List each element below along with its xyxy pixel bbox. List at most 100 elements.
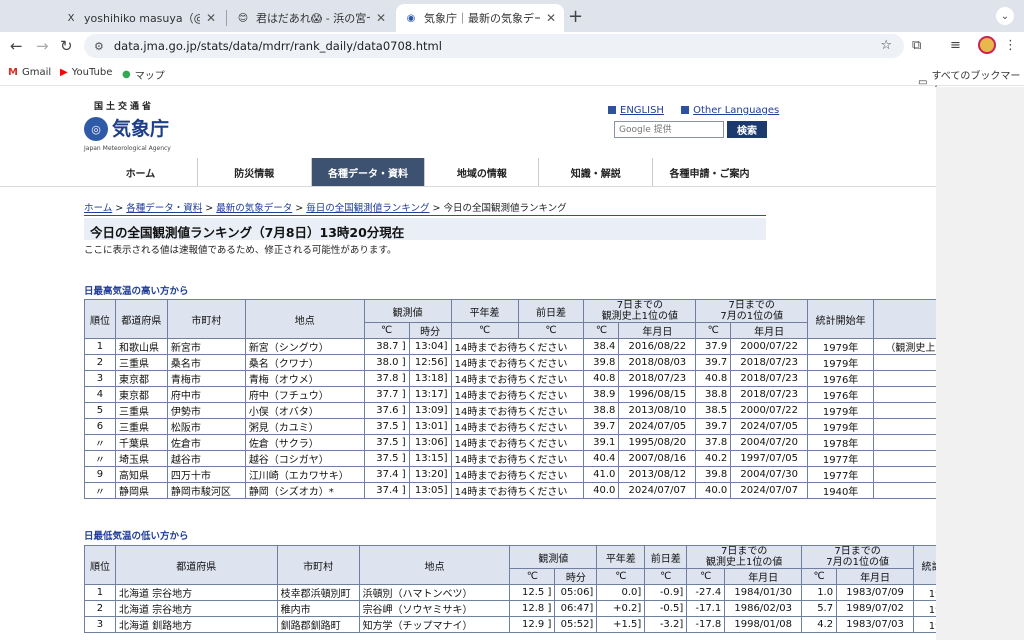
col-record-all: 7日までの 観測史上1位の値 bbox=[583, 299, 697, 323]
breadcrumb-data[interactable]: 各種データ・資料 bbox=[126, 203, 202, 214]
arrow-square-icon bbox=[681, 106, 690, 114]
cell-normal-diff: 14時までお待ちください bbox=[450, 450, 585, 467]
nav-applications[interactable]: 各種申請・ご案内 bbox=[653, 158, 766, 186]
cell-remarks bbox=[873, 386, 936, 403]
cell-record-all-date: 2024/07/07 bbox=[618, 482, 697, 499]
cell-start-year: 1978年 bbox=[807, 434, 875, 451]
cell-city: 伊勢市 bbox=[166, 402, 246, 419]
unit-c: ℃ bbox=[517, 322, 585, 339]
section-heading-low: 日最低気温の低い方から bbox=[84, 531, 189, 542]
cell-rank: 4 bbox=[84, 386, 116, 403]
cell-start-year: 1978年 bbox=[913, 600, 936, 617]
cell-rank: 1 bbox=[84, 584, 116, 601]
nav-data[interactable]: 各種データ・資料 bbox=[311, 158, 426, 186]
cell-remarks: （観測史上1位の値を更新） bbox=[873, 338, 936, 355]
page-scrollbar[interactable] bbox=[936, 87, 1024, 640]
cell-time: 13:15] bbox=[408, 450, 452, 467]
back-icon[interactable]: ← bbox=[10, 37, 23, 55]
cell-record-all-date: 2016/08/22 bbox=[618, 338, 697, 355]
cell-record-july-date: 2004/07/20 bbox=[730, 434, 809, 451]
breadcrumb-latest[interactable]: 最新の気象データ bbox=[216, 203, 292, 214]
youtube-icon: ▶ bbox=[60, 67, 68, 78]
cell-pref: 埼玉県 bbox=[114, 450, 168, 467]
cell-time: 13:17] bbox=[408, 386, 452, 403]
cell-record-all-date: 2007/08/16 bbox=[618, 450, 697, 467]
extensions-icon[interactable]: ⧉ bbox=[912, 38, 921, 53]
bookmark-star-icon[interactable]: ☆ bbox=[880, 38, 892, 53]
col-pref: 都道府県 bbox=[114, 545, 278, 585]
nav-knowledge[interactable]: 知識・解説 bbox=[539, 158, 654, 186]
cell-value: 37.5 ] bbox=[363, 450, 410, 467]
cell-remarks bbox=[873, 434, 936, 451]
cell-value: 37.4 ] bbox=[363, 482, 410, 499]
nav-home[interactable]: ホーム bbox=[84, 158, 198, 186]
nav-regional[interactable]: 地域の情報 bbox=[425, 158, 540, 186]
bookmark-maps[interactable]: ● マップ bbox=[122, 67, 165, 82]
cell-record-july-date: 2024/07/05 bbox=[730, 418, 809, 435]
divider bbox=[0, 186, 936, 187]
col-prev-diff: 前日差 bbox=[517, 299, 585, 323]
tab-jma[interactable]: ◉ 気象庁｜最新の気象データ ✕ bbox=[396, 4, 564, 32]
cell-value: 37.4 ] bbox=[363, 466, 410, 483]
cell-pref: 三重県 bbox=[114, 402, 168, 419]
table-row: 2 北海道 宗谷地方 稚内市 宗谷岬（ソウヤミサキ） 12.8 ] 06:47] +0.2]… bbox=[84, 600, 936, 617]
jma-favicon-icon: ◉ bbox=[406, 12, 416, 24]
cell-point: 新宮（シングウ） bbox=[244, 338, 365, 355]
favicon-icon: 😊 bbox=[237, 12, 249, 24]
notice-text: ここに表示される値は速報値であるため、修正される可能性があります。 bbox=[84, 245, 397, 256]
cell-time: 13:09] bbox=[408, 402, 452, 419]
table-row: 9 高知県 四万十市 江川崎（エカワサキ） 37.4 ] 13:20] 14時までお待ちくだ… bbox=[84, 466, 936, 483]
table-row: 〃静岡県 静岡市駿河区 静岡（シズオカ）* 37.4 ] 13:05] 14時までお待ちく… bbox=[84, 482, 936, 499]
cell-record-july-date: 1983/07/03 bbox=[836, 616, 915, 633]
jma-emblem-icon: ◎ bbox=[84, 117, 108, 141]
cell-record-all-date: 2018/07/23 bbox=[618, 370, 697, 387]
cell-rank: 2 bbox=[84, 354, 116, 371]
col-pref: 都道府県 bbox=[114, 299, 168, 339]
site-info-icon[interactable]: ⚙ bbox=[94, 40, 104, 53]
cell-remarks bbox=[873, 354, 936, 371]
cell-value: 37.6 ] bbox=[363, 402, 410, 419]
url-text[interactable]: data.jma.go.jp/stats/data/mdrr/rank_dail… bbox=[114, 39, 442, 53]
cell-value: 12.9 ] bbox=[509, 616, 556, 633]
col-prev-diff: 前日差 bbox=[644, 545, 688, 569]
jma-logo[interactable]: 国土交通省 ◎ 気象庁 Japan Meteorological Agency bbox=[84, 99, 214, 152]
close-icon[interactable]: ✕ bbox=[376, 11, 386, 25]
english-link[interactable]: ENGLISH bbox=[620, 105, 664, 116]
bookmark-youtube[interactable]: ▶ YouTube bbox=[60, 67, 112, 78]
tab-twitter[interactable]: X yoshihiko masuya（@masuk ✕ bbox=[56, 4, 224, 32]
bookmark-gmail[interactable]: M Gmail bbox=[8, 67, 51, 78]
bookmark-label: マップ bbox=[134, 71, 165, 82]
close-icon[interactable]: ✕ bbox=[206, 11, 216, 25]
cell-rank: 5 bbox=[84, 402, 116, 419]
chevron-down-icon[interactable]: ⌄ bbox=[996, 7, 1014, 25]
cell-record-all: -17.8 bbox=[686, 616, 726, 633]
bookmark-label: YouTube bbox=[71, 67, 113, 78]
reload-icon[interactable]: ↻ bbox=[60, 37, 73, 55]
other-languages-link[interactable]: Other Languages bbox=[693, 105, 779, 116]
forward-icon[interactable]: → bbox=[36, 37, 49, 55]
col-point: 地点 bbox=[358, 545, 511, 585]
cell-point: 浜頓別（ハマトンベツ） bbox=[358, 584, 511, 601]
tab-hamanomiya[interactable]: 😊 君はだあれ😱 - 浜の宮七福神 ✕ bbox=[228, 4, 394, 32]
new-tab-icon[interactable]: + bbox=[568, 6, 583, 27]
breadcrumb-daily-ranking[interactable]: 毎日の全国観測値ランキング bbox=[306, 203, 429, 214]
menu-icon[interactable]: ⋮ bbox=[1004, 38, 1017, 53]
search-input[interactable] bbox=[614, 121, 724, 138]
cell-pref: 三重県 bbox=[114, 418, 168, 435]
address-bar[interactable]: ⚙ data.jma.go.jp/stats/data/mdrr/rank_da… bbox=[84, 34, 904, 58]
cell-point: 静岡（シズオカ）* bbox=[244, 482, 365, 499]
cell-rank: 3 bbox=[84, 370, 116, 387]
profile-avatar[interactable] bbox=[978, 36, 996, 54]
cell-city: 府中市 bbox=[166, 386, 246, 403]
breadcrumb-home[interactable]: ホーム bbox=[84, 203, 112, 214]
cell-record-all: 38.9 bbox=[583, 386, 620, 403]
close-icon[interactable]: ✕ bbox=[546, 11, 556, 25]
cell-record-july-date: 2018/07/23 bbox=[730, 370, 809, 387]
cell-start-year: 1977年 bbox=[913, 584, 936, 601]
cell-rank: 〃 bbox=[84, 434, 116, 451]
col-record-all: 7日までの 観測史上1位の値 bbox=[686, 545, 803, 569]
nav-disaster-info[interactable]: 防災情報 bbox=[198, 158, 312, 186]
search-button[interactable]: 検索 bbox=[727, 121, 767, 138]
cell-city: 佐倉市 bbox=[166, 434, 246, 451]
media-icon[interactable]: ≡ bbox=[950, 38, 961, 53]
